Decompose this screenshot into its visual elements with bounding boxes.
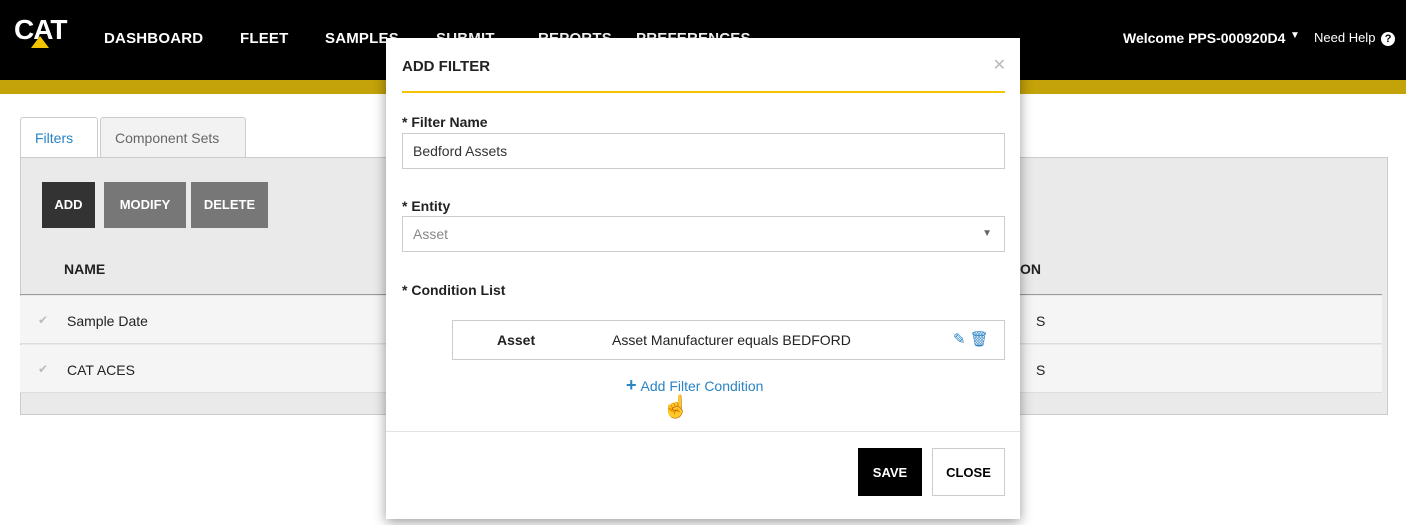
nav-dashboard[interactable]: DASHBOARD	[104, 30, 203, 47]
column-header-name[interactable]: NAME	[64, 261, 105, 277]
close-icon[interactable]: ✕	[993, 55, 1006, 75]
logo-triangle-icon	[31, 36, 49, 48]
nav-fleet[interactable]: FLEET	[240, 30, 289, 47]
tab-filters[interactable]: Filters	[20, 117, 98, 158]
condition-entity: Asset	[497, 332, 536, 348]
condition-text: Asset Manufacturer equals BEDFORD	[612, 332, 851, 348]
dialog-footer-divider	[386, 431, 1020, 432]
edit-icon[interactable]: ✎	[953, 331, 966, 348]
add-button[interactable]: ADD	[42, 182, 95, 228]
check-icon: ✔	[38, 313, 49, 327]
entity-select[interactable]: Asset ▼	[402, 216, 1005, 252]
plus-icon: +	[626, 375, 637, 395]
condition-item: Asset Asset Manufacturer equals BEDFORD …	[452, 320, 1005, 360]
chevron-down-icon[interactable]: ▼	[1290, 30, 1300, 41]
column-header-description[interactable]: ON	[1020, 261, 1041, 277]
hand-cursor-icon: ☝	[662, 394, 690, 419]
welcome-user[interactable]: Welcome PPS-000920D4	[1123, 30, 1285, 46]
filter-name-field[interactable]: Bedford Assets	[402, 133, 1005, 169]
row-tail: S	[1036, 313, 1046, 329]
dialog-title: ADD FILTER	[402, 58, 491, 75]
close-button[interactable]: CLOSE	[932, 448, 1005, 496]
cat-logo[interactable]: CAT	[14, 14, 74, 48]
trash-icon[interactable]: 🗑	[970, 331, 989, 348]
help-icon: ?	[1381, 32, 1396, 46]
modify-button[interactable]: MODIFY	[104, 182, 186, 228]
dialog-title-divider	[402, 91, 1005, 93]
save-button[interactable]: SAVE	[858, 448, 922, 496]
need-help-link[interactable]: Need Help ?	[1314, 30, 1396, 46]
entity-label: * Entity	[402, 198, 451, 214]
row-name: CAT ACES	[67, 362, 135, 378]
need-help-label: Need Help	[1314, 30, 1376, 45]
row-tail: S	[1036, 362, 1046, 378]
entity-select-value: Asset	[413, 226, 449, 242]
delete-button[interactable]: DELETE	[191, 182, 268, 228]
check-icon: ✔	[38, 362, 49, 376]
chevron-down-icon: ▼	[982, 228, 992, 239]
filter-name-label: * Filter Name	[402, 114, 488, 130]
condition-actions: ✎ 🗑	[953, 330, 989, 348]
condition-list-label: * Condition List	[402, 282, 506, 298]
add-filter-condition-label: Add Filter Condition	[640, 378, 764, 394]
row-name: Sample Date	[67, 313, 148, 329]
add-filter-condition-link[interactable]: + Add Filter Condition	[626, 375, 763, 396]
add-filter-dialog: ADD FILTER ✕ * Filter Name Bedford Asset…	[386, 38, 1020, 519]
tab-component-sets[interactable]: Component Sets	[100, 117, 246, 158]
